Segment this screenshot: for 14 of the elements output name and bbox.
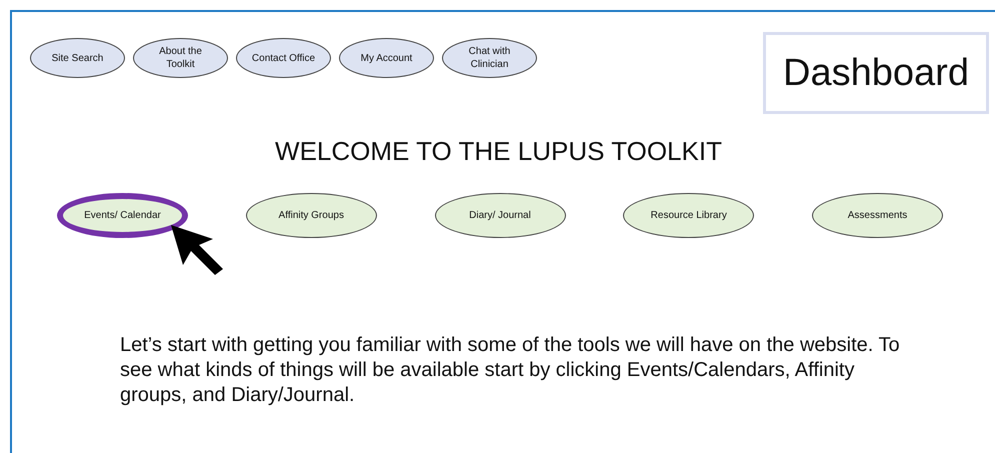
nav-button[interactable]: My Account xyxy=(339,38,434,78)
nav-button[interactable]: Chat with Clinician xyxy=(442,38,537,78)
instructions-text: Let’s start with getting you familiar with some of the tools we will have on the website. To see what kinds of things will be available start by clicking Events/Calendars, Affinity groups, and Diary/Journal. xyxy=(120,333,900,408)
heading: WELCOME TO THE LUPUS TOOLKIT xyxy=(274,136,723,167)
tool-button[interactable]: Diary/ Journal xyxy=(434,193,566,238)
nav-button[interactable]: About the Toolkit xyxy=(133,38,228,78)
tool-button[interactable]: Affinity Groups xyxy=(246,193,377,238)
page-title: Dashboard xyxy=(763,32,989,114)
tool-button[interactable]: Assessments xyxy=(812,193,943,238)
tool-button[interactable]: Events/ Calendar xyxy=(57,193,188,238)
nav-button[interactable]: Contact Office xyxy=(236,38,331,78)
tool-button[interactable]: Resource Library xyxy=(623,193,754,238)
cursor-icon xyxy=(169,223,225,275)
nav-button[interactable]: Site Search xyxy=(30,38,125,78)
